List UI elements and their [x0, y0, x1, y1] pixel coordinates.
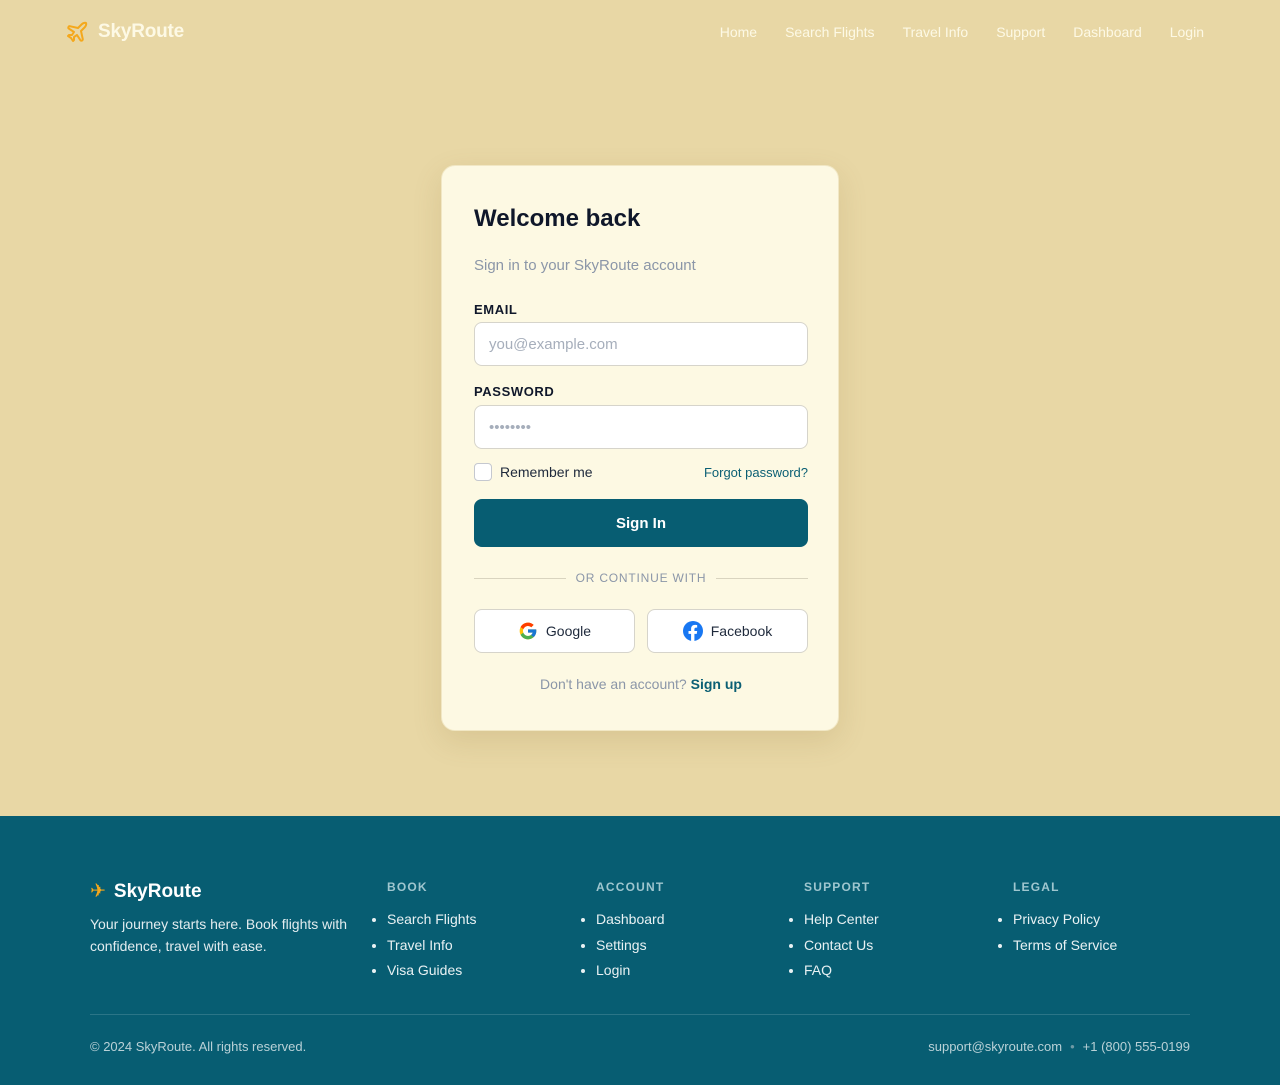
main-nav: Home Search Flights Travel Info Support … [720, 24, 1204, 40]
nav-travel-info[interactable]: Travel Info [903, 24, 969, 40]
forgot-password-link[interactable]: Forgot password? [704, 465, 808, 480]
remember-me-checkbox[interactable] [474, 463, 492, 481]
list-item: Contact Us [804, 933, 879, 959]
footer-column-book: BOOK Search Flights Travel Info Visa Gui… [387, 880, 476, 984]
nav-search-flights[interactable]: Search Flights [785, 24, 874, 40]
list-item: Search Flights [387, 907, 476, 933]
footer-link-travel-info[interactable]: Travel Info [387, 937, 453, 953]
footer-link-privacy-policy[interactable]: Privacy Policy [1013, 911, 1100, 927]
email-input[interactable] [474, 322, 808, 366]
footer-divider [90, 1014, 1190, 1015]
signup-row: Don't have an account? Sign up [474, 676, 808, 692]
site-footer: ✈ SkyRoute Your journey starts here. Boo… [0, 816, 1280, 1085]
list-item: Dashboard [596, 907, 665, 933]
footer-link-faq[interactable]: FAQ [804, 962, 832, 978]
divider-line-right [716, 578, 808, 579]
footer-heading-book: BOOK [387, 880, 428, 894]
footer-column-legal: LEGAL Privacy Policy Terms of Service [1013, 880, 1117, 958]
google-login-button[interactable]: Google [474, 609, 635, 653]
remember-me[interactable]: Remember me [474, 463, 593, 481]
footer-link-search-flights[interactable]: Search Flights [387, 911, 476, 927]
password-label: PASSWORD [474, 384, 555, 399]
list-item: Login [596, 958, 665, 984]
site-header: SkyRoute Home Search Flights Travel Info… [0, 0, 1280, 64]
footer-link-login[interactable]: Login [596, 962, 630, 978]
footer-contact: support@skyroute.com • +1 (800) 555-0199 [928, 1039, 1190, 1054]
airplane-icon: ✈ [90, 881, 106, 902]
footer-contact-separator: • [1070, 1039, 1075, 1054]
remember-me-label[interactable]: Remember me [500, 464, 593, 480]
login-card: Welcome back Sign in to your SkyRoute ac… [441, 165, 839, 731]
list-item: Privacy Policy [1013, 907, 1117, 933]
facebook-icon [682, 621, 703, 641]
footer-link-contact-us[interactable]: Contact Us [804, 937, 873, 953]
nav-support[interactable]: Support [996, 24, 1045, 40]
brand-name: SkyRoute [98, 21, 185, 42]
footer-support-email[interactable]: support@skyroute.com [928, 1039, 1062, 1054]
footer-link-terms-of-service[interactable]: Terms of Service [1013, 937, 1117, 953]
footer-heading-support: SUPPORT [804, 880, 871, 894]
nav-dashboard[interactable]: Dashboard [1073, 24, 1142, 40]
brand-logo[interactable]: SkyRoute [65, 19, 184, 45]
list-item: Help Center [804, 907, 879, 933]
footer-column-support: SUPPORT Help Center Contact Us FAQ [804, 880, 879, 984]
footer-copyright: © 2024 SkyRoute. All rights reserved. [90, 1039, 307, 1054]
footer-link-dashboard[interactable]: Dashboard [596, 911, 665, 927]
facebook-login-label: Facebook [710, 623, 773, 639]
footer-heading-account: ACCOUNT [596, 880, 665, 894]
footer-link-settings[interactable]: Settings [596, 937, 647, 953]
footer-link-visa-guides[interactable]: Visa Guides [387, 962, 462, 978]
list-item: Terms of Service [1013, 933, 1117, 959]
footer-heading-legal: LEGAL [1013, 880, 1060, 894]
footer-link-help-center[interactable]: Help Center [804, 911, 879, 927]
signup-link[interactable]: Sign up [691, 676, 742, 692]
footer-brand[interactable]: ✈ SkyRoute [90, 881, 202, 903]
airplane-icon [67, 21, 88, 42]
sign-in-button[interactable]: Sign In [474, 499, 808, 547]
email-label: EMAIL [474, 302, 518, 317]
list-item: Visa Guides [387, 958, 476, 984]
signup-prompt: Don't have an account? [540, 676, 687, 692]
nav-home[interactable]: Home [720, 24, 757, 40]
login-title: Welcome back [474, 205, 641, 232]
social-divider: OR CONTINUE WITH [474, 570, 808, 586]
footer-column-account: ACCOUNT Dashboard Settings Login [596, 880, 665, 984]
login-subtitle: Sign in to your SkyRoute account [474, 257, 696, 274]
google-icon [519, 622, 537, 640]
footer-tagline: Your journey starts here. Book flights w… [90, 916, 348, 954]
list-item: Settings [596, 933, 665, 959]
password-input[interactable] [474, 405, 808, 449]
footer-brand-name: SkyRoute [113, 881, 202, 902]
facebook-login-button[interactable]: Facebook [647, 609, 808, 653]
list-item: FAQ [804, 958, 879, 984]
footer-support-phone[interactable]: +1 (800) 555-0199 [1083, 1039, 1190, 1054]
list-item: Travel Info [387, 933, 476, 959]
google-login-label: Google [545, 623, 592, 639]
nav-login[interactable]: Login [1170, 24, 1204, 40]
